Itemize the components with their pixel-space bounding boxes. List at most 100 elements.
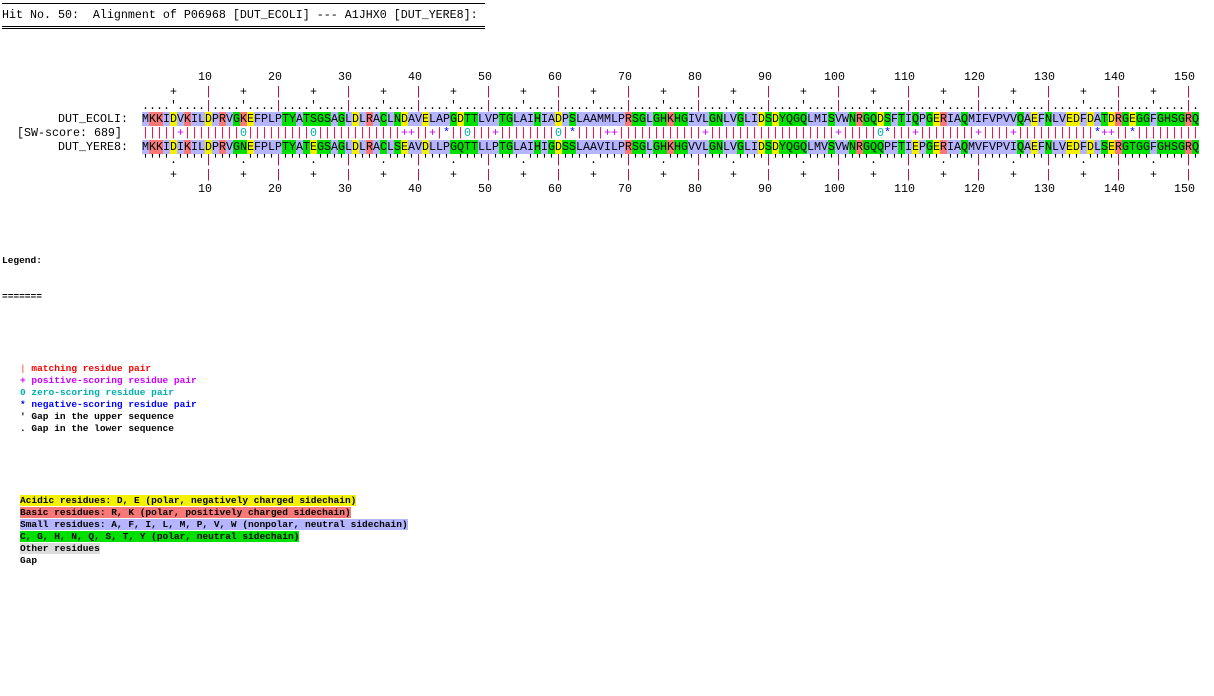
ruler-mark: | [205, 168, 212, 182]
match-symbol: | [625, 126, 632, 140]
ruler-mark [1164, 85, 1171, 99]
ruler-mark: ' [1171, 153, 1178, 167]
match-symbol: + [835, 126, 842, 140]
ruler-mark: . [751, 99, 758, 113]
residue: H [660, 112, 667, 126]
ruler-mark: + [1010, 85, 1017, 99]
ruler-number: 40 [408, 70, 422, 84]
residue: M [142, 140, 149, 154]
ruler-mark: . [800, 153, 807, 167]
ruler-mark [737, 85, 744, 99]
match-symbol: | [338, 126, 345, 140]
legend-classes: Acidic residues: D, E (polar, negatively… [2, 495, 482, 567]
match-symbol: | [1115, 126, 1122, 140]
ruler-mark: ' [506, 153, 513, 167]
ruler-mark: . [702, 99, 709, 113]
match-symbol: | [457, 126, 464, 140]
ruler-mark [471, 168, 478, 182]
residue: L [807, 112, 814, 126]
residue: I [947, 112, 954, 126]
ruler-mark: ' [870, 99, 877, 113]
ruler-mark [982, 168, 989, 182]
residue: F [254, 140, 261, 154]
ruler-mark: | [975, 153, 982, 167]
ruler-mark [219, 85, 226, 99]
residue: G [338, 140, 345, 154]
match-symbol: | [968, 126, 975, 140]
residue: G [709, 140, 716, 154]
residue: R [940, 140, 947, 154]
residue: V [226, 112, 233, 126]
residue: A [331, 112, 338, 126]
residue: L [702, 112, 709, 126]
match-symbol: + [604, 126, 611, 140]
ruler-mark [569, 168, 576, 182]
residue: V [821, 140, 828, 154]
ruler-mark: + [590, 168, 597, 182]
residue: Q [1192, 112, 1199, 126]
ruler-mark: . [513, 99, 520, 113]
ruler-mark: | [975, 168, 982, 182]
match-symbol: | [681, 126, 688, 140]
residue: Q [1017, 140, 1024, 154]
match-symbol: | [898, 126, 905, 140]
ruler-mark: . [1073, 99, 1080, 113]
residue: S [765, 112, 772, 126]
ruler-mark: . [254, 99, 261, 113]
ruler-mark [688, 85, 695, 99]
ruler-mark: | [695, 168, 702, 182]
ruler-mark [317, 168, 324, 182]
ruler-mark [527, 85, 534, 99]
ruler-mark [863, 85, 870, 99]
residue: W [842, 140, 849, 154]
ruler-mark: ' [569, 153, 576, 167]
ruler-mark [961, 168, 968, 182]
ruler-mark [856, 85, 863, 99]
ruler-number: 100 [824, 182, 845, 196]
ruler-mark [1129, 85, 1136, 99]
ruler-mark [618, 168, 625, 182]
ruler-mark [702, 168, 709, 182]
match-symbol: | [345, 126, 352, 140]
residue: H [674, 112, 681, 126]
ruler-mark: . [807, 99, 814, 113]
legend-symbol: ' [20, 411, 26, 422]
match-symbol: | [520, 126, 527, 140]
ruler-mark [317, 85, 324, 99]
ruler-number: 90 [758, 182, 772, 196]
residue: R [366, 112, 373, 126]
ruler-mark: ' [716, 153, 723, 167]
ruler-mark: + [380, 168, 387, 182]
ruler-mark [597, 85, 604, 99]
match-symbol: | [842, 126, 849, 140]
match-symbol: | [674, 126, 681, 140]
legend-class-text: Acidic residues: D, E (polar, negatively… [20, 495, 357, 506]
match-symbol: | [1178, 126, 1185, 140]
residue: I [751, 140, 758, 154]
residue: L [513, 140, 520, 154]
residue: L [611, 140, 618, 154]
residue: F [1080, 112, 1087, 126]
residue: I [541, 140, 548, 154]
ruler-mark [716, 168, 723, 182]
ruler-mark [282, 85, 289, 99]
residue: V [485, 112, 492, 126]
ruler-mark: . [793, 99, 800, 113]
legend-symbol-item: . Gap in the lower sequence [2, 423, 482, 435]
residue: H [534, 140, 541, 154]
match-symbol: | [527, 126, 534, 140]
residue: W [842, 112, 849, 126]
match-symbol: | [1024, 126, 1031, 140]
ruler-mark [387, 85, 394, 99]
residue: P [261, 140, 268, 154]
residue: R [219, 112, 226, 126]
ruler-mark: . [618, 99, 625, 113]
residue: I [541, 112, 548, 126]
ruler-mark: . [681, 99, 688, 113]
ruler-mark [1101, 168, 1108, 182]
ruler-mark [849, 85, 856, 99]
ruler-mark [1171, 85, 1178, 99]
residue: N [1045, 140, 1052, 154]
residue: G [317, 140, 324, 154]
ruler-mark [674, 85, 681, 99]
